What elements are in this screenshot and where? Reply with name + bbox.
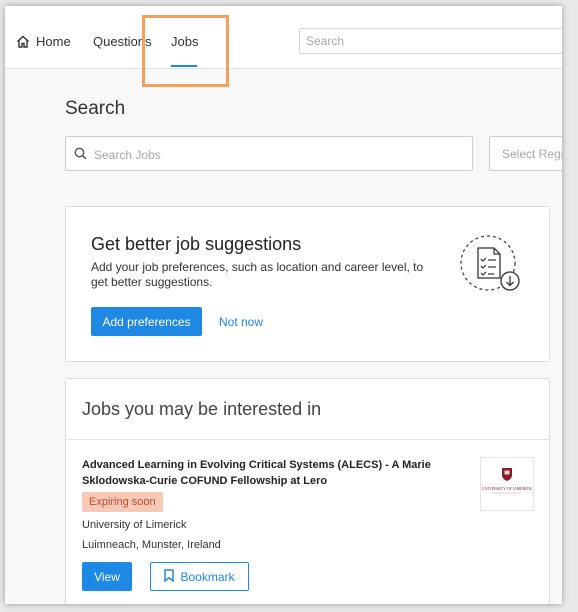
browser-frame: Home Questions Jobs Search Select Region… (5, 6, 562, 604)
job-search-box[interactable] (65, 136, 473, 171)
view-button[interactable]: View (82, 562, 132, 591)
global-search-input[interactable] (299, 28, 562, 54)
preferences-title: Get better job suggestions (91, 234, 302, 254)
nav-home[interactable]: Home (16, 34, 71, 49)
active-tab-indicator (171, 65, 197, 67)
divider (66, 439, 549, 440)
svg-text:UNIVERSITY OF LIMERICK: UNIVERSITY OF LIMERICK (482, 486, 532, 491)
job-search-input[interactable] (92, 143, 456, 167)
search-icon (74, 147, 87, 165)
nav-jobs[interactable]: Jobs (171, 34, 198, 49)
region-select[interactable]: Select Region (489, 136, 562, 171)
preferences-card: Get better job suggestions Add your job … (65, 206, 550, 362)
bookmark-icon (164, 568, 175, 585)
expiring-badge: Expiring soon (82, 492, 163, 512)
home-icon (16, 35, 30, 48)
job-suggestions-card: Jobs you may be interested in Advanced L… (65, 378, 550, 604)
job-organization: University of Limerick (82, 519, 187, 531)
nav-questions[interactable]: Questions (93, 34, 152, 49)
nav-home-label: Home (36, 34, 71, 49)
job-title[interactable]: Advanced Learning in Evolving Critical S… (82, 457, 442, 489)
page-title: Search (65, 98, 126, 119)
bookmark-button[interactable]: Bookmark (150, 562, 249, 591)
university-logo[interactable]: UNIVERSITY OF LIMERICK (480, 457, 534, 511)
preferences-description: Add your job preferences, such as locati… (91, 260, 424, 289)
jobs-section-title: Jobs you may be interested in (82, 399, 322, 419)
not-now-link[interactable]: Not now (219, 315, 263, 329)
bookmark-label: Bookmark (180, 569, 235, 584)
top-nav: Home Questions Jobs (5, 6, 562, 69)
add-preferences-button[interactable]: Add preferences (91, 307, 202, 336)
document-checklist-download-icon (459, 234, 525, 301)
job-location: Luimneach, Munster, Ireland (82, 539, 221, 551)
